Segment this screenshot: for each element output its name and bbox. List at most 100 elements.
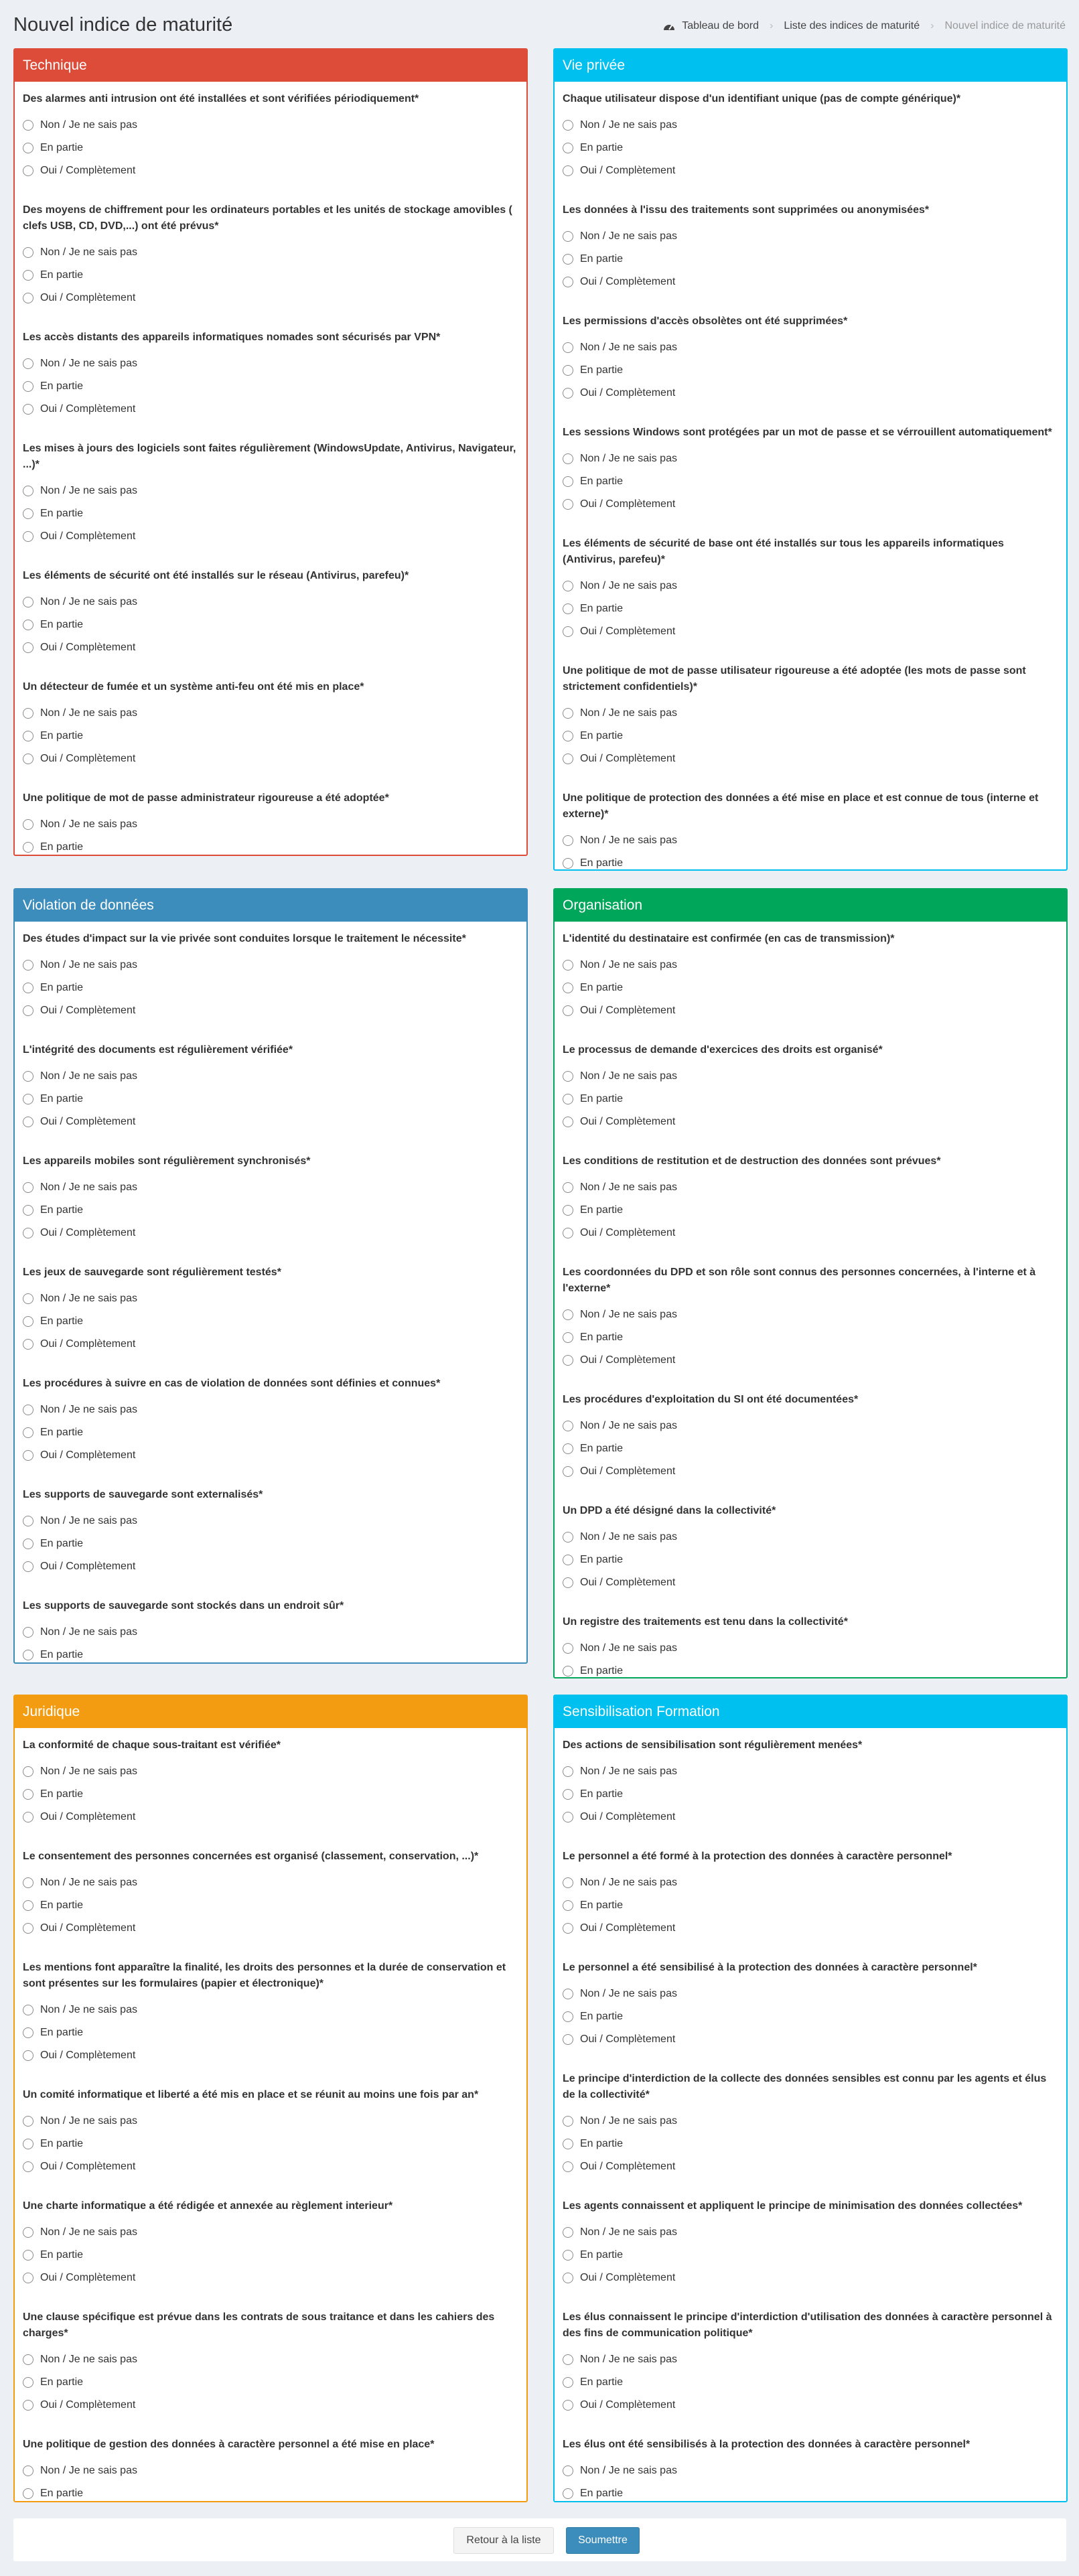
radio-button[interactable] xyxy=(563,2161,573,2172)
radio-button[interactable] xyxy=(563,1643,573,1654)
radio-button[interactable] xyxy=(563,143,573,153)
radio-button[interactable] xyxy=(23,1316,33,1327)
radio-button[interactable] xyxy=(23,165,33,176)
radio-button[interactable] xyxy=(563,388,573,399)
option-non[interactable]: Non / Je ne sais pas xyxy=(563,1983,1058,2005)
radio-button[interactable] xyxy=(23,1812,33,1822)
option-oui[interactable]: Oui / Complètement xyxy=(563,493,1058,516)
option-en-partie[interactable]: En partie xyxy=(23,1421,518,1444)
option-en-partie[interactable]: En partie xyxy=(563,2371,1058,2394)
radio-button[interactable] xyxy=(563,2465,573,2476)
radio-button[interactable] xyxy=(23,1450,33,1461)
option-oui[interactable]: Oui / Complètement xyxy=(563,1349,1058,1372)
radio-button[interactable] xyxy=(23,2250,33,2261)
option-en-partie[interactable]: En partie xyxy=(23,977,518,999)
option-non[interactable]: Non / Je ne sais pas xyxy=(23,2221,518,2244)
option-en-partie[interactable]: En partie xyxy=(23,2133,518,2155)
option-non[interactable]: Non / Je ne sais pas xyxy=(23,352,518,375)
option-en-partie[interactable]: En partie xyxy=(23,836,518,855)
option-oui[interactable]: Oui / Complètement xyxy=(23,1917,518,1940)
radio-button[interactable] xyxy=(563,2377,573,2388)
radio-button[interactable] xyxy=(23,270,33,281)
radio-button[interactable] xyxy=(563,1005,573,1016)
radio-button[interactable] xyxy=(23,1627,33,1638)
radio-button[interactable] xyxy=(563,835,573,846)
option-non[interactable]: Non / Je ne sais pas xyxy=(23,591,518,614)
option-oui[interactable]: Oui / Complètement xyxy=(23,2267,518,2289)
radio-button[interactable] xyxy=(563,1443,573,1454)
option-en-partie[interactable]: En partie xyxy=(563,248,1058,271)
option-non[interactable]: Non / Je ne sais pas xyxy=(563,1065,1058,1088)
radio-button[interactable] xyxy=(23,642,33,653)
option-oui[interactable]: Oui / Complètement xyxy=(563,747,1058,770)
radio-button[interactable] xyxy=(23,960,33,971)
radio-button[interactable] xyxy=(23,404,33,415)
option-oui[interactable]: Oui / Complètement xyxy=(23,287,518,309)
back-to-list-button[interactable]: Retour à la liste xyxy=(453,2527,554,2554)
radio-button[interactable] xyxy=(563,165,573,176)
option-en-partie[interactable]: En partie xyxy=(563,852,1058,869)
radio-button[interactable] xyxy=(563,1309,573,1320)
option-oui[interactable]: Oui / Complètement xyxy=(563,2155,1058,2178)
option-non[interactable]: Non / Je ne sais pas xyxy=(563,954,1058,977)
radio-button[interactable] xyxy=(563,1989,573,1999)
option-en-partie[interactable]: En partie xyxy=(23,2482,518,2501)
radio-button[interactable] xyxy=(23,531,33,542)
radio-button[interactable] xyxy=(23,1427,33,1438)
radio-button[interactable] xyxy=(23,2354,33,2365)
radio-button[interactable] xyxy=(23,2377,33,2388)
option-en-partie[interactable]: En partie xyxy=(23,1783,518,1806)
radio-button[interactable] xyxy=(563,1789,573,1800)
radio-button[interactable] xyxy=(563,581,573,591)
option-en-partie[interactable]: En partie xyxy=(563,977,1058,999)
radio-button[interactable] xyxy=(563,1532,573,1543)
option-oui[interactable]: Oui / Complètement xyxy=(563,1571,1058,1594)
radio-button[interactable] xyxy=(563,476,573,487)
option-oui[interactable]: Oui / Complètement xyxy=(563,2267,1058,2289)
option-non[interactable]: Non / Je ne sais pas xyxy=(563,114,1058,137)
radio-button[interactable] xyxy=(23,1005,33,1016)
radio-button[interactable] xyxy=(23,143,33,153)
radio-button[interactable] xyxy=(23,1900,33,1911)
radio-button[interactable] xyxy=(23,2005,33,2015)
option-non[interactable]: Non / Je ne sais pas xyxy=(23,1399,518,1421)
breadcrumb-dashboard-link[interactable]: Tableau de bord xyxy=(682,20,759,32)
radio-button[interactable] xyxy=(563,1355,573,1366)
option-oui[interactable]: Oui / Complètement xyxy=(563,620,1058,643)
option-oui[interactable]: Oui / Complètement xyxy=(23,2155,518,2178)
option-non[interactable]: Non / Je ne sais pas xyxy=(23,1621,518,1644)
option-non[interactable]: Non / Je ne sais pas xyxy=(563,2459,1058,2482)
option-non[interactable]: Non / Je ne sais pas xyxy=(23,241,518,264)
radio-button[interactable] xyxy=(563,2354,573,2365)
radio-button[interactable] xyxy=(23,508,33,519)
radio-button[interactable] xyxy=(563,1766,573,1777)
radio-button[interactable] xyxy=(563,2227,573,2238)
option-non[interactable]: Non / Je ne sais pas xyxy=(23,2348,518,2371)
option-oui[interactable]: Oui / Complètement xyxy=(23,1333,518,1356)
radio-button[interactable] xyxy=(23,1877,33,1888)
option-non[interactable]: Non / Je ne sais pas xyxy=(563,829,1058,852)
radio-button[interactable] xyxy=(23,1293,33,1304)
option-non[interactable]: Non / Je ne sais pas xyxy=(23,480,518,502)
radio-button[interactable] xyxy=(563,2011,573,2022)
option-oui[interactable]: Oui / Complètement xyxy=(563,1460,1058,1483)
radio-button[interactable] xyxy=(563,2400,573,2411)
radio-button[interactable] xyxy=(23,597,33,607)
radio-button[interactable] xyxy=(563,1555,573,1565)
radio-button[interactable] xyxy=(563,1466,573,1477)
radio-button[interactable] xyxy=(23,1766,33,1777)
option-oui[interactable]: Oui / Complètement xyxy=(23,2044,518,2067)
radio-button[interactable] xyxy=(563,342,573,353)
radio-button[interactable] xyxy=(563,2273,573,2283)
option-en-partie[interactable]: En partie xyxy=(563,1437,1058,1460)
option-non[interactable]: Non / Je ne sais pas xyxy=(563,2348,1058,2371)
radio-button[interactable] xyxy=(563,1421,573,1431)
option-en-partie[interactable]: En partie xyxy=(563,1660,1058,1677)
radio-button[interactable] xyxy=(23,2050,33,2061)
radio-button[interactable] xyxy=(563,365,573,376)
radio-button[interactable] xyxy=(23,2161,33,2172)
option-non[interactable]: Non / Je ne sais pas xyxy=(23,702,518,725)
option-non[interactable]: Non / Je ne sais pas xyxy=(23,1760,518,1783)
option-oui[interactable]: Oui / Complètement xyxy=(23,2394,518,2417)
radio-button[interactable] xyxy=(563,2139,573,2149)
